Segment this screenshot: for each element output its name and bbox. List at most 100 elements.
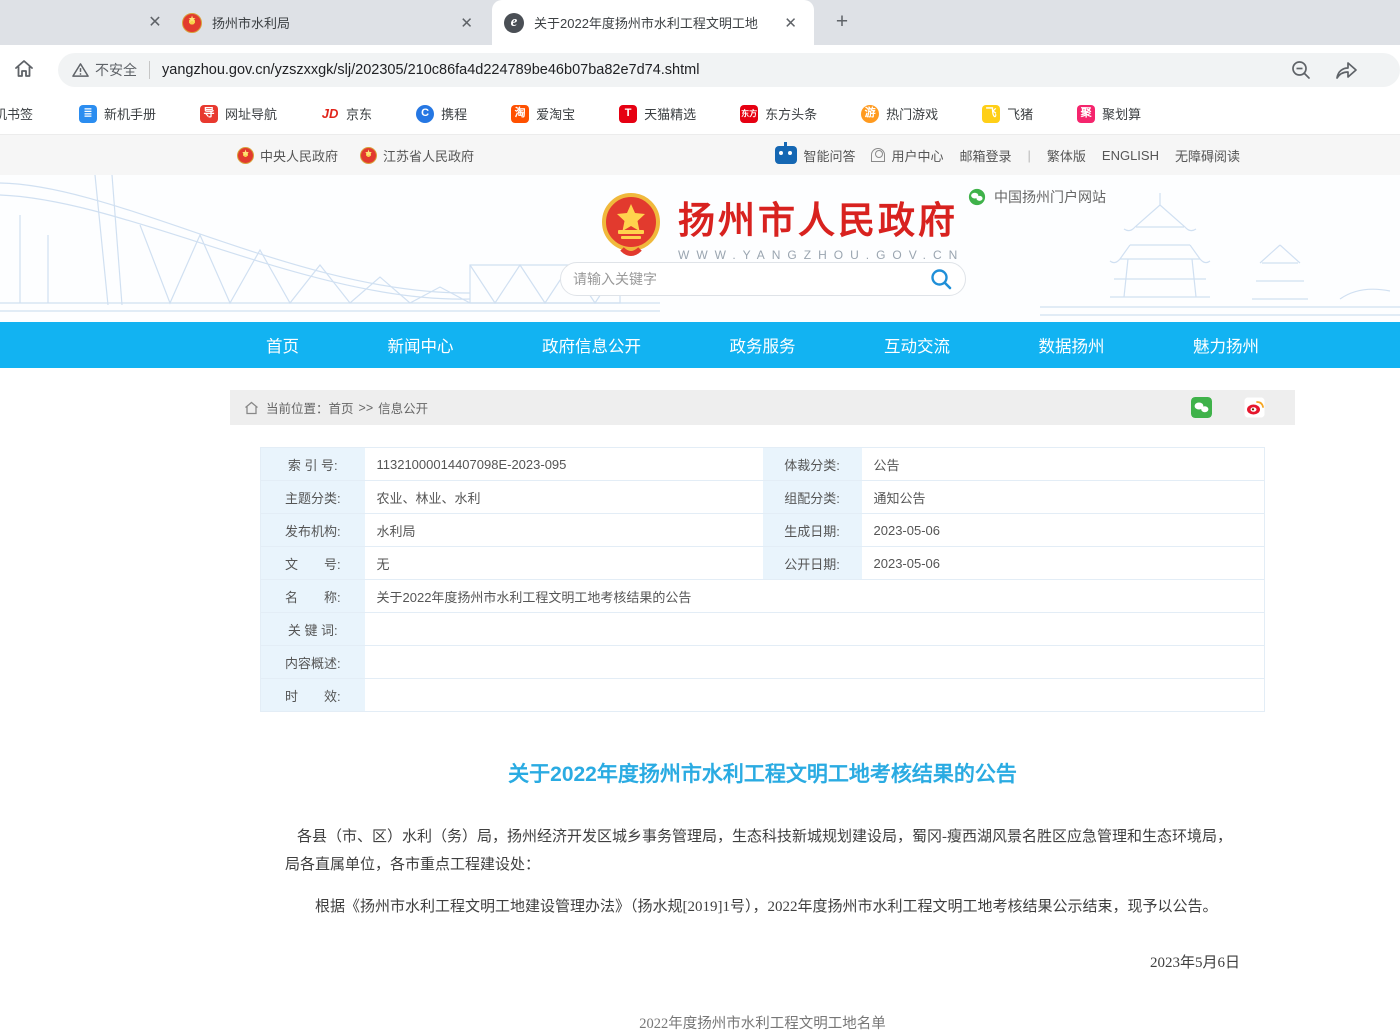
nav-news[interactable]: 新闻中心 — [388, 333, 454, 357]
security-label: 不安全 — [95, 60, 137, 80]
gov-emblem-icon — [360, 147, 377, 164]
meta-label: 公开日期: — [763, 547, 862, 580]
manual-icon: ≣ — [79, 105, 97, 123]
bookmark-label: 热门游戏 — [886, 104, 938, 123]
taobao-icon: 淘 — [511, 105, 529, 123]
weibo-share-icon[interactable] — [1244, 397, 1265, 418]
tmall-icon: T — [619, 105, 637, 123]
bookmark-dongfang-toutiao[interactable]: 东方 东方头条 — [732, 100, 825, 127]
meta-label: 索 引 号: — [261, 448, 365, 481]
bookmark-label: 携程 — [441, 104, 467, 123]
nav-site-icon: 导 — [200, 105, 218, 123]
zoom-out-icon[interactable] — [1290, 59, 1312, 81]
english-link[interactable]: ENGLISH — [1102, 148, 1159, 163]
document-meta-table: 索 引 号: 11321000014407098E-2023-095 体裁分类:… — [260, 447, 1265, 712]
close-tab-icon[interactable]: ✕ — [455, 12, 478, 34]
portal-label[interactable]: 中国扬州门户网站 — [968, 187, 1106, 207]
site-url-text: WWW.YANGZHOU.GOV.CN — [678, 248, 964, 262]
nav-info-disclosure[interactable]: 政府信息公开 — [542, 333, 641, 357]
page-content: 当前位置： 首页 >> 信息公开 索 — [0, 368, 1400, 997]
juhuasuan-icon: 聚 — [1077, 105, 1095, 123]
meta-label: 发布机构: — [261, 514, 365, 547]
user-center-link[interactable]: 用户中心 — [871, 146, 943, 165]
tab-title: 扬州市水利局 — [212, 13, 290, 32]
meta-value: 公告 — [862, 448, 1265, 481]
site-banner: 扬州市人民政府 WWW.YANGZHOU.GOV.CN 中国扬州门户网站 — [0, 175, 1400, 322]
browser-address-row: 不安全 yangzhou.gov.cn/yzszxxgk/slj/202305/… — [0, 45, 1400, 93]
meta-value: 2023-05-06 — [862, 547, 1265, 580]
article-title: 关于2022年度扬州市水利工程文明工地考核结果的公告 — [230, 758, 1295, 788]
nav-home[interactable]: 首页 — [266, 333, 299, 357]
bookmark-wangzhi-daohang[interactable]: 导 网址导航 — [192, 100, 285, 127]
close-tab-icon[interactable]: ✕ — [143, 11, 167, 35]
bookmark-fliggy[interactable]: 飞 飞猪 — [974, 100, 1041, 127]
tab-title: 关于2022年度扬州市水利工程文明工地 — [534, 13, 758, 32]
meta-value — [365, 679, 1265, 712]
table-row: 名 称: 关于2022年度扬州市水利工程文明工地考核结果的公告 — [261, 580, 1265, 613]
site-title: 扬州市人民政府 — [678, 190, 964, 244]
table-row: 文 号: 无 公开日期: 2023-05-06 — [261, 547, 1265, 580]
bookmark-jd[interactable]: JD 京东 — [313, 100, 380, 127]
robot-icon — [775, 146, 797, 164]
nav-data[interactable]: 数据扬州 — [1039, 333, 1105, 357]
bookmark-juhuasuan[interactable]: 聚 聚划算 — [1069, 100, 1149, 127]
home-icon[interactable] — [12, 57, 36, 81]
bookmark-jishuqian[interactable]: 机书签 — [0, 100, 41, 127]
bookmark-xinji-shouce[interactable]: ≣ 新机手册 — [71, 100, 164, 127]
meta-value: 无 — [365, 547, 763, 580]
meta-label: 体裁分类: — [763, 448, 862, 481]
bookmark-ctrip[interactable]: C 携程 — [408, 100, 475, 127]
link-label: 用户中心 — [891, 146, 943, 165]
link-central-gov[interactable]: 中央人民政府 — [237, 146, 338, 165]
security-chip[interactable]: 不安全 — [72, 60, 137, 80]
browser-tab-bar: ✕ 扬州市水利局 ✕ e 关于2022年度扬州市水利工程文明工地 ✕ + — [0, 0, 1400, 45]
accessibility-link[interactable]: 无障碍阅读 — [1175, 146, 1240, 165]
bookmark-label: 聚划算 — [1102, 104, 1141, 123]
bridge-sketch-art — [0, 175, 660, 322]
link-label: 智能问答 — [803, 146, 855, 165]
home-icon — [244, 401, 259, 415]
table-row: 索 引 号: 11321000014407098E-2023-095 体裁分类:… — [261, 448, 1265, 481]
bookmark-label: 机书签 — [0, 104, 33, 123]
meta-label: 生成日期: — [763, 514, 862, 547]
nav-services[interactable]: 政务服务 — [730, 333, 796, 357]
national-emblem — [600, 192, 662, 260]
breadcrumb-current[interactable]: 信息公开 — [378, 398, 428, 417]
article-paragraph: 各县（市、区）水利（务）局，扬州经济开发区城乡事务管理局，生态科技新城规划建设局… — [285, 824, 1240, 880]
tab-shuiliju[interactable]: 扬州市水利局 ✕ — [170, 0, 490, 45]
link-label: 中央人民政府 — [260, 146, 338, 165]
share-icon[interactable] — [1334, 59, 1358, 81]
search-icon[interactable] — [929, 267, 953, 291]
breadcrumb-prefix: 当前位置： — [266, 398, 329, 417]
divider — [149, 61, 150, 79]
search-input[interactable] — [573, 271, 929, 287]
list-heading: 2022年度扬州市水利工程文明工地名单 — [230, 1012, 1295, 1033]
bookmark-aitaobao[interactable]: 淘 爱淘宝 — [503, 100, 583, 127]
smart-qa-link[interactable]: 智能问答 — [775, 146, 855, 165]
meta-label: 文 号: — [261, 547, 365, 580]
table-row: 发布机构: 水利局 生成日期: 2023-05-06 — [261, 514, 1265, 547]
new-tab-button[interactable]: + — [828, 8, 856, 36]
close-tab-icon[interactable]: ✕ — [779, 12, 802, 34]
breadcrumb-home-link[interactable]: 首页 — [329, 398, 354, 417]
table-row: 主题分类: 农业、林业、水利 组配分类: 通知公告 — [261, 481, 1265, 514]
meta-value: 水利局 — [365, 514, 763, 547]
bookmark-tmall[interactable]: T 天猫精选 — [611, 100, 704, 127]
meta-value: 11321000014407098E-2023-095 — [365, 448, 763, 481]
tab-active-announcement[interactable]: e 关于2022年度扬州市水利工程文明工地 ✕ — [492, 0, 814, 45]
address-bar[interactable]: 不安全 yangzhou.gov.cn/yzszxxgk/slj/202305/… — [58, 53, 1400, 87]
url-text[interactable]: yangzhou.gov.cn/yzszxxgk/slj/202305/210c… — [162, 62, 699, 78]
traditional-chinese-link[interactable]: 繁体版 — [1047, 146, 1086, 165]
breadcrumb: 当前位置： 首页 >> 信息公开 — [230, 390, 1295, 425]
link-label: 邮箱登录 — [959, 146, 1011, 165]
dongfang-icon: 东方 — [740, 105, 758, 123]
divider: | — [1028, 148, 1031, 163]
link-jiangsu-gov[interactable]: 江苏省人民政府 — [360, 146, 474, 165]
bookmark-remen-youxi[interactable]: 游 热门游戏 — [853, 100, 946, 127]
nav-charm[interactable]: 魅力扬州 — [1193, 333, 1259, 357]
bookmarks-bar: 机书签 ≣ 新机手册 导 网址导航 JD 京东 C 携程 淘 爱淘宝 T 天猫精… — [0, 93, 1400, 135]
site-logo[interactable]: 扬州市人民政府 WWW.YANGZHOU.GOV.CN — [600, 190, 964, 262]
nav-interaction[interactable]: 互动交流 — [884, 333, 950, 357]
wechat-share-icon[interactable] — [1191, 397, 1212, 418]
mail-login-link[interactable]: 邮箱登录 — [959, 146, 1011, 165]
